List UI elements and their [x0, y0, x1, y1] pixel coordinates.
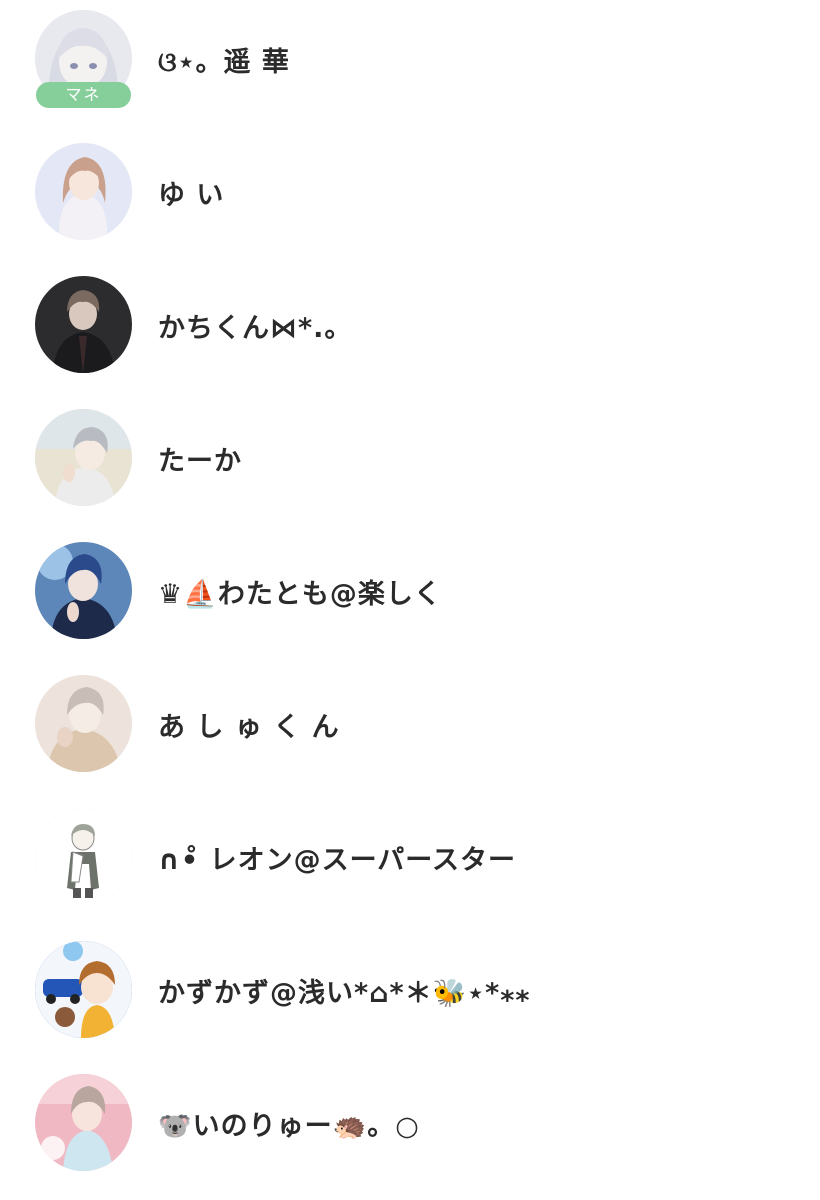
member-name: ଓ⋆。遥 華 [158, 47, 290, 78]
avatar[interactable] [35, 143, 132, 240]
member-row[interactable]: マネ ଓ⋆。遥 華 [0, 0, 820, 120]
member-row[interactable]: たーか [0, 399, 820, 519]
member-row[interactable]: ♛⛵わたとも@楽しく [0, 532, 820, 652]
member-row[interactable]: かちくん⋈*.。 [0, 266, 820, 386]
member-row[interactable]: ゆ い [0, 133, 820, 253]
member-name: 🐨いのりゅー🦔。○ [158, 1111, 420, 1142]
member-row[interactable]: かずかず@浅い*⌂*＊🐝⋆*⁎⁎ [0, 931, 820, 1051]
avatar[interactable] [35, 675, 132, 772]
avatar[interactable] [35, 1074, 132, 1171]
member-name: かずかず@浅い*⌂*＊🐝⋆*⁎⁎ [158, 978, 531, 1009]
avatar[interactable] [35, 941, 132, 1038]
avatar[interactable] [35, 808, 132, 905]
member-name: ∩•̊ レオン@スーパースター [158, 845, 516, 876]
member-name: あ し ゅ く ん [158, 712, 340, 743]
avatar[interactable] [35, 542, 132, 639]
member-row[interactable]: 🐨いのりゅー🦔。○ [0, 1064, 820, 1184]
member-name: ♛⛵わたとも@楽しく [158, 579, 442, 610]
member-name: たーか [158, 446, 242, 477]
member-row[interactable]: あ し ゅ く ん [0, 665, 820, 785]
member-name: ゆ い [158, 180, 225, 211]
avatar[interactable] [35, 276, 132, 373]
member-name: かちくん⋈*.。 [158, 313, 353, 344]
avatar[interactable] [35, 409, 132, 506]
role-badge: マネ [36, 82, 131, 108]
member-row[interactable]: ∩•̊ レオン@スーパースター [0, 798, 820, 918]
